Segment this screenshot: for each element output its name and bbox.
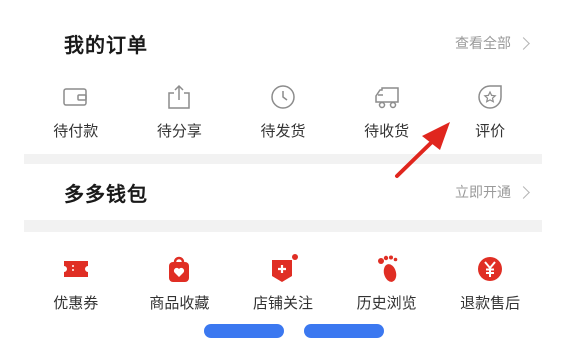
tool-store-follow-label: 店铺关注: [252, 294, 313, 312]
order-review[interactable]: 评价: [438, 82, 542, 141]
wallet-header: 多多钱包 立即开通: [24, 164, 542, 220]
order-pending-receipt[interactable]: 待收货: [335, 82, 439, 141]
wallet-open-label: 立即开通: [455, 185, 511, 201]
view-all-label: 查看全部: [455, 36, 511, 52]
footprint-icon: [372, 254, 402, 284]
clock-icon: [268, 82, 298, 112]
tool-refund-aftersale[interactable]: 退款售后: [438, 254, 542, 313]
tool-browse-history[interactable]: 历史浏览: [335, 254, 439, 313]
wallet-icon: [61, 82, 91, 112]
tool-browse-history-label: 历史浏览: [356, 294, 417, 312]
section-divider: [24, 154, 542, 164]
section-divider: [24, 220, 542, 232]
order-pending-share-label: 待分享: [156, 122, 202, 140]
order-pending-shipment-label: 待发货: [260, 122, 306, 140]
my-orders-title: 我的订单: [64, 32, 148, 57]
tool-store-follow[interactable]: 店铺关注: [231, 254, 335, 313]
order-pending-payment[interactable]: 待付款: [24, 82, 128, 141]
coupon-icon: [61, 254, 91, 284]
wallet-open-link[interactable]: 立即开通: [455, 182, 542, 202]
share-icon: [164, 82, 194, 112]
tool-coupons[interactable]: 优惠券: [24, 254, 128, 313]
view-all-orders-link[interactable]: 查看全部: [455, 33, 542, 53]
bottom-button-partial[interactable]: [204, 324, 284, 338]
chevron-right-icon: [517, 36, 530, 50]
wallet-title: 多多钱包: [64, 181, 148, 206]
store-follow-icon: [268, 254, 298, 284]
my-orders-header: 我的订单 查看全部: [24, 18, 542, 68]
tool-product-favorites-label: 商品收藏: [149, 294, 210, 312]
order-pending-share[interactable]: 待分享: [128, 82, 232, 141]
tool-refund-aftersale-label: 退款售后: [460, 294, 521, 312]
review-icon: [475, 82, 505, 112]
tool-product-favorites[interactable]: 商品收藏: [128, 254, 232, 313]
my-orders-card: 我的订单 查看全部 待付款 待分享 待发货 待收货 评价: [24, 18, 542, 154]
favorite-bag-icon: [164, 254, 194, 284]
wallet-card[interactable]: 多多钱包 立即开通: [24, 164, 542, 220]
truck-icon: [372, 82, 402, 112]
tools-card: 优惠券 商品收藏 店铺关注 历史浏览 退款售后: [24, 232, 542, 330]
notification-dot: [291, 254, 298, 260]
refund-icon: [475, 254, 505, 284]
order-pending-payment-label: 待付款: [53, 122, 99, 140]
order-review-label: 评价: [475, 122, 506, 140]
bottom-button-partial[interactable]: [304, 324, 384, 338]
order-pending-shipment[interactable]: 待发货: [231, 82, 335, 141]
tool-coupons-label: 优惠券: [53, 294, 99, 312]
chevron-right-icon: [517, 185, 530, 199]
order-pending-receipt-label: 待收货: [364, 122, 410, 140]
